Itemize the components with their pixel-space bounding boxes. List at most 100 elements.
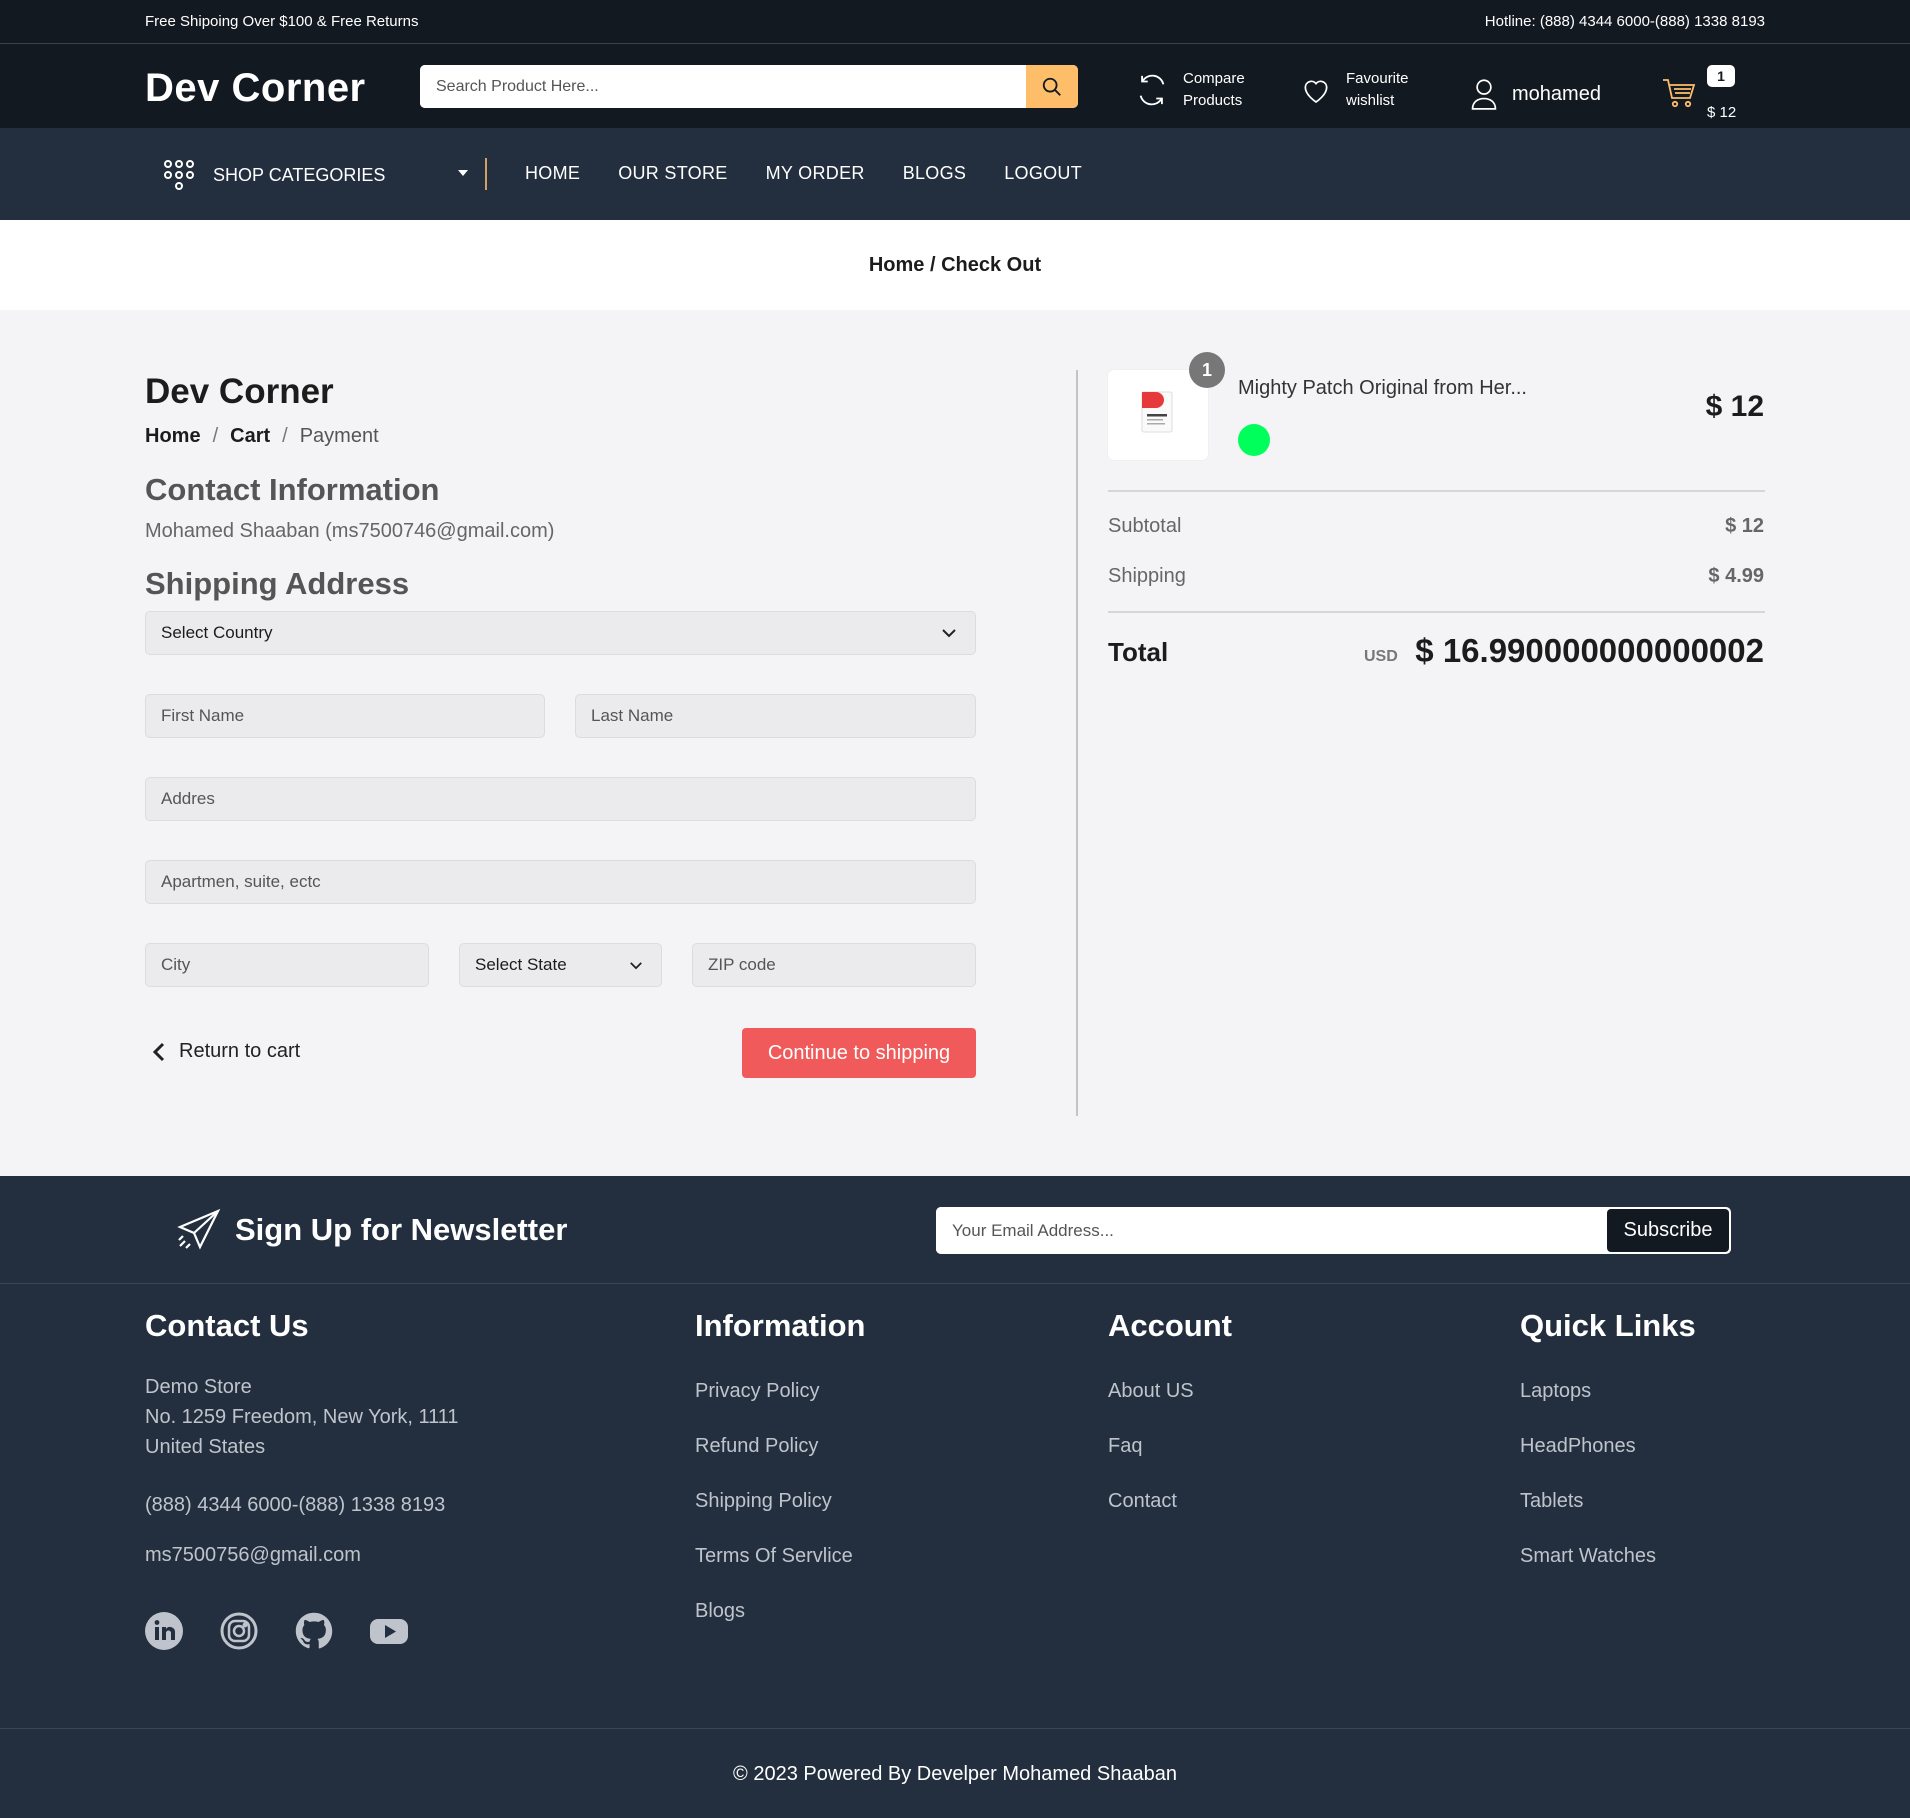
chevron-down-icon bbox=[942, 629, 956, 638]
compare-products-link[interactable]: Compare Products bbox=[1135, 68, 1245, 112]
footer: Contact Us Demo Store No. 1259 Freedom, … bbox=[0, 1284, 1910, 1728]
store-title: Dev Corner bbox=[145, 372, 334, 411]
main-nav: SHOP CATEGORIES HOME OUR STORE MY ORDER … bbox=[0, 128, 1910, 220]
user-icon bbox=[1471, 79, 1497, 110]
return-label: Return to cart bbox=[179, 1040, 301, 1062]
subscribe-button[interactable]: Subscribe bbox=[1607, 1209, 1729, 1252]
footer-email[interactable]: ms7500756@gmail.com bbox=[145, 1544, 361, 1567]
apartment-placeholder: Apartmen, suite, ectc bbox=[161, 872, 321, 891]
link-faq[interactable]: Faq bbox=[1108, 1435, 1142, 1458]
promo-text: Free Shipoing Over $100 & Free Returns bbox=[145, 13, 419, 30]
nav-blogs[interactable]: BLOGS bbox=[903, 163, 967, 184]
hotline-text: Hotline: (888) 4344 6000-(888) 1338 8193 bbox=[1484, 13, 1765, 30]
first-name-field[interactable]: First Name bbox=[145, 694, 545, 738]
nav-my-order[interactable]: MY ORDER bbox=[766, 163, 865, 184]
cart-link[interactable] bbox=[1662, 77, 1696, 114]
link-smart-watches[interactable]: Smart Watches bbox=[1520, 1545, 1656, 1568]
step-payment: Payment bbox=[299, 425, 379, 447]
search-input[interactable] bbox=[420, 65, 1026, 108]
wishlist-label-2: wishlist bbox=[1346, 92, 1395, 109]
shipping-heading: Shipping Address bbox=[145, 566, 410, 601]
city-placeholder: City bbox=[161, 955, 191, 974]
breadcrumb: Home / Check Out bbox=[868, 254, 1042, 276]
nav-our-store[interactable]: OUR STORE bbox=[618, 163, 727, 184]
summary-divider bbox=[1108, 611, 1765, 613]
account-link[interactable]: mohamed bbox=[1470, 78, 1601, 110]
link-blogs[interactable]: Blogs bbox=[695, 1600, 745, 1623]
linkedin-icon[interactable] bbox=[145, 1612, 183, 1650]
total-value: $ 16.990000000000002 bbox=[1415, 632, 1764, 669]
step-cart[interactable]: Cart bbox=[230, 425, 270, 448]
site-logo[interactable]: Dev Corner bbox=[145, 66, 366, 111]
product-price: $ 12 bbox=[1705, 390, 1764, 423]
information-title: Information bbox=[695, 1308, 866, 1343]
heart-icon bbox=[1304, 80, 1328, 104]
newsletter-email-input[interactable] bbox=[936, 1207, 1606, 1254]
step-home[interactable]: Home bbox=[145, 425, 201, 448]
wishlist-link[interactable]: Favourite wishlist bbox=[1300, 68, 1409, 112]
total-label: Total bbox=[1108, 637, 1169, 667]
search-button[interactable] bbox=[1026, 65, 1078, 108]
quick-links-title: Quick Links bbox=[1520, 1308, 1696, 1343]
instagram-icon[interactable] bbox=[220, 1612, 258, 1650]
github-icon[interactable] bbox=[295, 1612, 333, 1650]
breadcrumb-band: Home / Check Out bbox=[0, 220, 1910, 310]
shop-categories-label: SHOP CATEGORIES bbox=[213, 164, 386, 185]
country-select-value: Select Country bbox=[161, 623, 273, 642]
shop-categories-dropdown[interactable]: SHOP CATEGORIES bbox=[162, 158, 385, 192]
compare-icon bbox=[1139, 74, 1165, 106]
total-currency: USD bbox=[1364, 648, 1398, 665]
last-name-field[interactable]: Last Name bbox=[575, 694, 976, 738]
link-tablets[interactable]: Tablets bbox=[1520, 1490, 1583, 1513]
contact-heading: Contact Information bbox=[145, 472, 440, 507]
zip-field[interactable]: ZIP code bbox=[692, 943, 976, 987]
user-name: mohamed bbox=[1512, 83, 1601, 105]
compare-label-2: Products bbox=[1183, 92, 1243, 109]
footer-phone[interactable]: (888) 4344 6000-(888) 1338 8193 bbox=[145, 1494, 445, 1517]
paper-plane-icon bbox=[177, 1208, 221, 1250]
summary-divider bbox=[1108, 490, 1765, 492]
first-name-placeholder: First Name bbox=[161, 706, 245, 725]
nav-logout[interactable]: LOGOUT bbox=[1004, 163, 1082, 184]
link-laptops[interactable]: Laptops bbox=[1520, 1380, 1591, 1403]
nav-home[interactable]: HOME bbox=[525, 163, 580, 184]
caret-down-icon[interactable] bbox=[458, 170, 468, 176]
return-to-cart-link[interactable]: Return to cart bbox=[152, 1040, 300, 1063]
grid-icon bbox=[164, 160, 194, 190]
address-placeholder: Addres bbox=[161, 789, 215, 808]
city-field[interactable]: City bbox=[145, 943, 429, 987]
main-header: Dev Corner Compare Products Favourite wish… bbox=[0, 44, 1910, 128]
step-separator: / bbox=[212, 425, 219, 447]
link-terms-of-service[interactable]: Terms Of Servlice bbox=[695, 1545, 853, 1568]
apartment-field[interactable]: Apartmen, suite, ectc bbox=[145, 860, 976, 904]
checkout-steps: Home / Cart / Payment bbox=[145, 425, 379, 448]
link-privacy-policy[interactable]: Privacy Policy bbox=[695, 1380, 819, 1403]
shipping-value: $ 4.99 bbox=[1708, 565, 1764, 587]
store-country: United States bbox=[145, 1436, 266, 1458]
link-contact[interactable]: Contact bbox=[1108, 1490, 1177, 1513]
column-divider bbox=[1076, 370, 1078, 1116]
link-refund-policy[interactable]: Refund Policy bbox=[695, 1435, 818, 1458]
social-links bbox=[145, 1612, 408, 1650]
search-icon bbox=[1042, 77, 1061, 96]
country-select[interactable]: Select Country bbox=[145, 611, 976, 655]
subtotal-label: Subtotal bbox=[1108, 515, 1182, 537]
cart-count-badge: 1 bbox=[1707, 65, 1735, 87]
link-about-us[interactable]: About US bbox=[1108, 1380, 1194, 1403]
copyright-text: © 2023 Powered By Develper Mohamed Shaab… bbox=[733, 1763, 1177, 1785]
state-select-value: Select State bbox=[475, 955, 567, 974]
search-bar bbox=[420, 65, 1078, 108]
wishlist-label-1: Favourite bbox=[1346, 70, 1409, 87]
copyright-band: © 2023 Powered By Develper Mohamed Shaab… bbox=[0, 1728, 1910, 1818]
chevron-down-icon bbox=[630, 961, 642, 969]
address-field[interactable]: Addres bbox=[145, 777, 976, 821]
continue-to-shipping-button[interactable]: Continue to shipping bbox=[742, 1028, 976, 1078]
zip-placeholder: ZIP code bbox=[708, 955, 776, 974]
state-select[interactable]: Select State bbox=[459, 943, 662, 987]
link-headphones[interactable]: HeadPhones bbox=[1520, 1435, 1636, 1458]
youtube-icon[interactable] bbox=[370, 1612, 408, 1650]
last-name-placeholder: Last Name bbox=[591, 706, 674, 725]
link-shipping-policy[interactable]: Shipping Policy bbox=[695, 1490, 832, 1513]
shipping-label: Shipping bbox=[1108, 565, 1186, 587]
newsletter-title-text: Sign Up for Newsletter bbox=[235, 1212, 568, 1247]
